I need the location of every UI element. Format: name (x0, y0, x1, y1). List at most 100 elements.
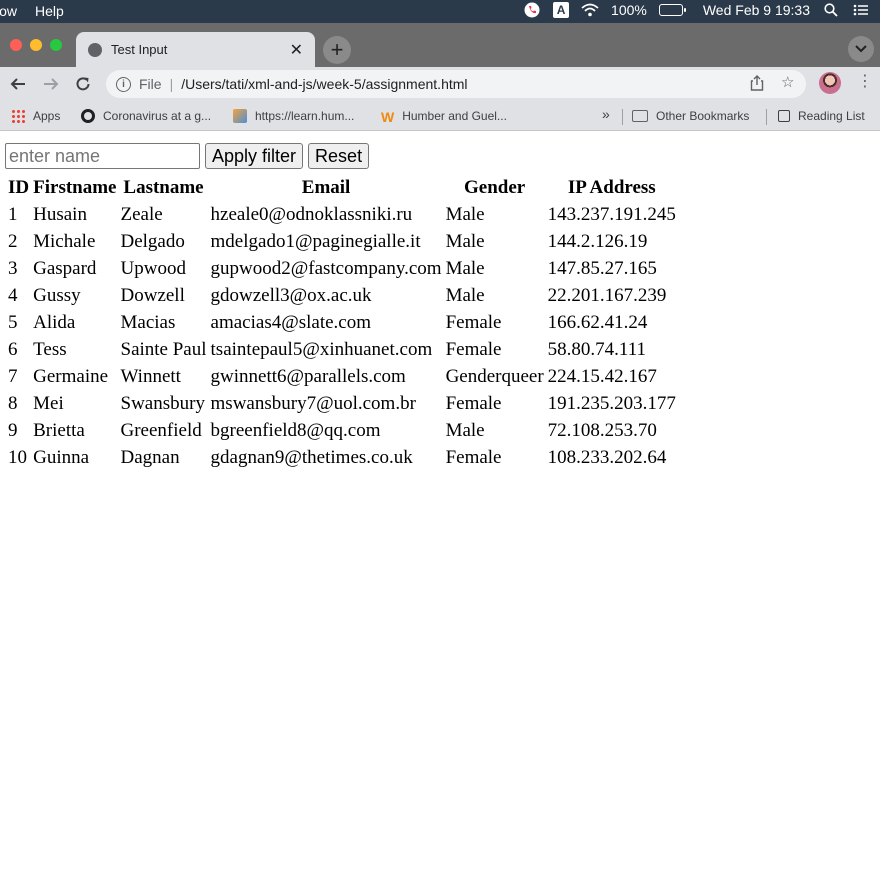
table-cell-id: 5 (8, 311, 18, 333)
table-cell-firstname: Alida (33, 311, 76, 333)
bookmark-label: Apps (33, 109, 61, 123)
table-cell-id: 6 (8, 338, 18, 360)
people-table: ID Firstname Lastname Email Gender IP Address… (5, 173, 679, 472)
close-window-button[interactable] (10, 39, 22, 51)
forward-button[interactable] (39, 72, 63, 96)
close-tab-icon[interactable]: ✕ (290, 40, 303, 60)
reading-list-icon (778, 110, 790, 122)
table-cell-gender: Female (445, 338, 502, 360)
table-cell-lastname: Swansbury (120, 392, 205, 414)
name-filter-input[interactable] (5, 143, 200, 169)
table-cell-id: 3 (8, 257, 18, 279)
table-cell-gender: Male (445, 419, 485, 441)
table-cell-gender: Female (445, 392, 502, 414)
column-header-lastname: Lastname (123, 176, 204, 198)
table-cell-email: tsaintepaul5@xinhuanet.com (210, 338, 433, 360)
table-cell-gender: Genderqueer (445, 365, 544, 387)
bookmarks-divider (622, 109, 623, 125)
tab-test-input[interactable]: Test Input ✕ (76, 32, 315, 67)
bookmark-star-icon[interactable]: ☆ (781, 73, 794, 91)
table-cell-lastname: Zeale (120, 203, 163, 225)
table-row: 2 Michale Delgado mdelgado1@paginegialle.it… (7, 229, 677, 254)
bookmarks-overflow-button[interactable]: » (602, 106, 610, 122)
table-cell-id: 7 (8, 365, 18, 387)
tab-title: Test Input (111, 42, 168, 57)
battery-icon[interactable] (658, 4, 686, 16)
table-body: 1 Husain Zeale hzeale0@odnoklassniki.ru Male… (7, 202, 677, 470)
globe-icon (88, 42, 102, 57)
table-row: 10 Guinna Dagnan gdagnan9@thetimes.co.uk Fem… (7, 445, 677, 470)
bookmark-learn-humber[interactable]: https://learn.hum... (233, 109, 354, 123)
folder-icon (632, 110, 648, 122)
scheme-label: File (139, 76, 162, 92)
table-cell-email: gwinnett6@parallels.com (210, 365, 406, 387)
bookmark-coronavirus[interactable]: Coronavirus at a g... (81, 109, 211, 123)
table-cell-firstname: Gussy (33, 284, 81, 306)
minimize-window-button[interactable] (30, 39, 42, 51)
table-row: 7 Germaine Winnett gwinnett6@parallels.com G… (7, 364, 677, 389)
reading-list-label: Reading List (798, 109, 865, 123)
site-info-icon[interactable]: i (116, 76, 131, 92)
w-logo-icon: W (381, 109, 395, 125)
bookmark-label: Coronavirus at a g... (103, 109, 212, 123)
apps-grid-icon (11, 109, 25, 123)
fullscreen-window-button[interactable] (50, 39, 62, 51)
bookmark-label: Humber and Guel... (402, 109, 507, 123)
table-cell-email: gupwood2@fastcompany.com (210, 257, 442, 279)
macos-menu-bar: low Help A 100% Wed Feb 9 19:33 (0, 0, 880, 23)
input-source-icon[interactable]: A (553, 2, 570, 18)
table-cell-gender: Male (445, 203, 485, 225)
reload-button[interactable] (71, 72, 95, 96)
menu-help[interactable]: Help (35, 3, 64, 19)
table-row: 3 Gaspard Upwood gupwood2@fastcompany.com Ma… (7, 256, 677, 281)
table-cell-lastname: Dowzell (120, 284, 185, 306)
table-cell-email: hzeale0@odnoklassniki.ru (210, 203, 413, 225)
control-center-icon[interactable] (852, 2, 870, 18)
table-cell-ip-address: 144.2.126.19 (547, 230, 648, 252)
reading-list-button[interactable]: Reading List (778, 109, 865, 123)
table-cell-gender: Female (445, 311, 502, 333)
table-header-row: ID Firstname Lastname Email Gender IP Address (7, 175, 677, 200)
back-button[interactable] (6, 72, 30, 96)
table-cell-lastname: Delgado (120, 230, 185, 252)
table-cell-ip-address: 191.235.203.177 (547, 392, 676, 414)
clock[interactable]: Wed Feb 9 19:33 (703, 2, 810, 18)
table-cell-ip-address: 166.62.41.24 (547, 311, 648, 333)
table-cell-firstname: Guinna (33, 446, 90, 468)
new-tab-button[interactable]: + (323, 36, 351, 64)
spotlight-search-icon[interactable] (822, 2, 840, 18)
bookmark-apps[interactable]: Apps (11, 109, 60, 123)
table-row: 6 Tess Sainte Paul tsaintepaul5@xinhuanet.c… (7, 337, 677, 362)
more-menu-icon[interactable]: ⋮ (857, 74, 873, 90)
table-row: 4 Gussy Dowzell gdowzell3@ox.ac.uk Male 22.20… (7, 283, 677, 308)
table-cell-id: 10 (8, 446, 27, 468)
bookmark-humber-guelph[interactable]: W Humber and Guel... (381, 109, 507, 125)
table-cell-firstname: Tess (33, 338, 67, 360)
table-cell-id: 4 (8, 284, 18, 306)
share-icon[interactable] (750, 75, 764, 95)
reset-button[interactable]: Reset (308, 143, 370, 169)
other-bookmarks-folder[interactable]: Other Bookmarks (632, 109, 749, 123)
table-cell-email: mdelgado1@paginegialle.it (210, 230, 421, 252)
table-cell-gender: Male (445, 230, 485, 252)
url-text[interactable]: /Users/tati/xml-and-js/week-5/assignment… (181, 76, 467, 92)
battery-percentage: 100% (611, 2, 647, 18)
bookmarks-bar: Apps Coronavirus at a g... https://learn… (0, 101, 880, 131)
table-row: 1 Husain Zeale hzeale0@odnoklassniki.ru Male… (7, 202, 677, 227)
table-cell-id: 9 (8, 419, 18, 441)
table-cell-gender: Female (445, 446, 502, 468)
table-cell-ip-address: 108.233.202.64 (547, 446, 667, 468)
table-cell-ip-address: 147.85.27.165 (547, 257, 657, 279)
apply-filter-button[interactable]: Apply filter (205, 143, 304, 169)
table-cell-email: gdagnan9@thetimes.co.uk (210, 446, 413, 468)
profile-avatar[interactable] (819, 72, 841, 94)
address-bar[interactable]: i File | /Users/tati/xml-and-js/week-5/a… (106, 70, 806, 98)
browser-toolbar: i File | /Users/tati/xml-and-js/week-5/a… (0, 67, 880, 101)
table-cell-lastname: Dagnan (120, 446, 180, 468)
wifi-icon[interactable] (581, 2, 599, 18)
table-cell-lastname: Winnett (120, 365, 181, 387)
tab-search-button[interactable] (848, 36, 874, 62)
bookmarks-divider (766, 109, 767, 125)
menu-window[interactable]: low (0, 3, 17, 19)
phone-icon[interactable] (523, 2, 541, 18)
